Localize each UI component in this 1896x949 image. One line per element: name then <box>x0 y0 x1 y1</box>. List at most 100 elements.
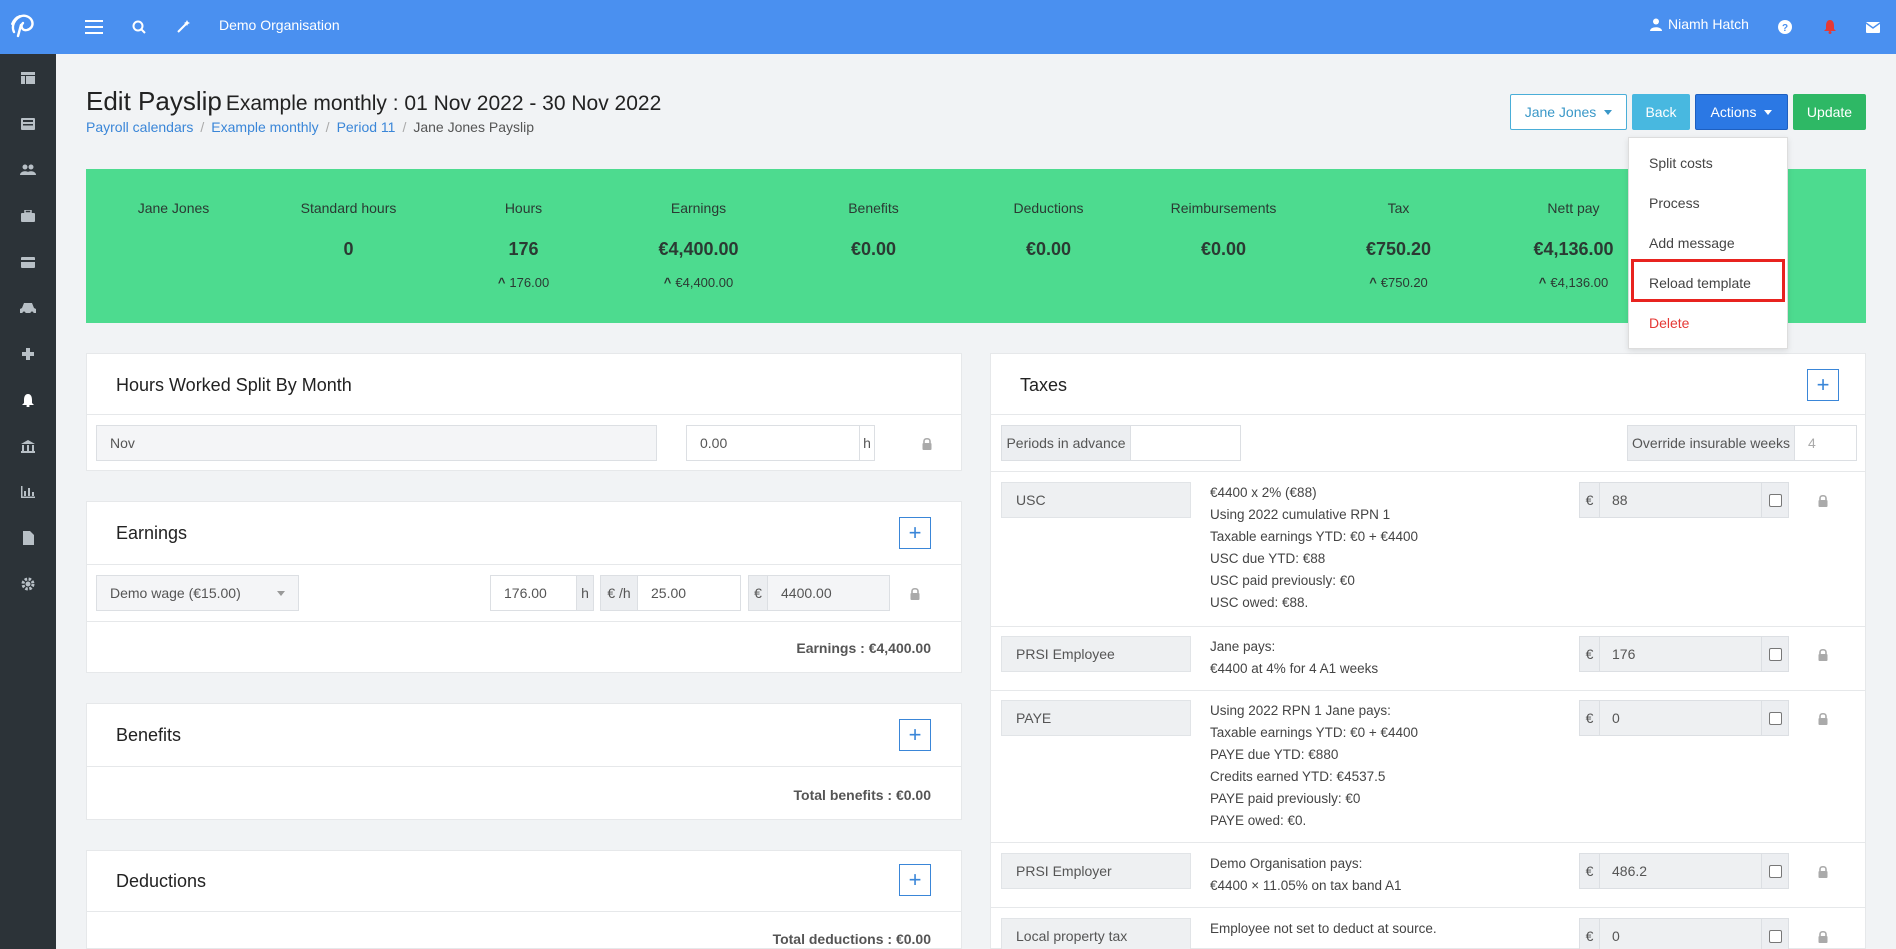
sidebar-people-icon[interactable] <box>12 158 44 182</box>
add-deduction-button[interactable]: + <box>899 864 931 896</box>
add-earning-button[interactable]: + <box>899 517 931 549</box>
hours-split-hours-input[interactable]: 0.00 <box>686 425 860 461</box>
tax-override-checkbox[interactable] <box>1768 647 1782 661</box>
help-icon[interactable]: ? <box>1772 14 1798 40</box>
tax-override-checkbox[interactable] <box>1768 493 1782 507</box>
actions-label: Actions <box>1710 104 1757 120</box>
tax-override-checkbox[interactable] <box>1768 929 1782 943</box>
menu-item-split-costs[interactable]: Split costs <box>1649 155 1713 171</box>
menu-icon[interactable] <box>81 14 107 40</box>
tax-amount-paye[interactable]: 0 <box>1599 700 1762 736</box>
sidebar-bank-icon[interactable] <box>12 434 44 458</box>
mail-icon[interactable] <box>1860 14 1886 40</box>
wage-select-value: Demo wage (€15.00) <box>110 585 241 601</box>
breadcrumb-example-monthly[interactable]: Example monthly <box>211 119 318 135</box>
menu-item-add-message[interactable]: Add message <box>1649 235 1735 251</box>
page-subtitle: Example monthly : 01 Nov 2022 - 30 Nov 2… <box>225 92 662 115</box>
update-button[interactable]: Update <box>1793 94 1866 130</box>
organisation-name[interactable]: Demo Organisation <box>219 17 340 33</box>
sidebar-card-icon[interactable] <box>12 250 44 274</box>
summary-label: Hours <box>504 200 543 216</box>
sidebar-document-icon[interactable] <box>12 526 44 550</box>
earning-currency: € <box>748 575 768 611</box>
summary-value: 0 <box>343 239 354 259</box>
sidebar-bell-icon[interactable] <box>12 388 44 412</box>
sidebar-car-icon[interactable] <box>12 296 44 320</box>
chevron-down-icon <box>277 590 285 596</box>
arrow-up-icon: ^ <box>1369 275 1377 290</box>
wage-select[interactable]: Demo wage (€15.00) <box>96 575 299 611</box>
add-benefit-button[interactable]: + <box>899 719 931 751</box>
user-name: Niamh Hatch <box>1668 16 1749 32</box>
lock-icon <box>1818 930 1828 943</box>
summary-previous: ^ €4,400.00 <box>611 275 786 290</box>
override-weeks-input[interactable]: 4 <box>1794 425 1857 461</box>
tax-override-checkbox[interactable] <box>1768 711 1782 725</box>
summary-label: Benefits <box>848 200 899 216</box>
tax-currency: € <box>1579 853 1600 889</box>
lock-icon <box>910 587 920 600</box>
tax-amount-prsi-employer[interactable]: 486.2 <box>1599 853 1762 889</box>
earning-amount-field: 4400.00 <box>767 575 890 611</box>
sidebar-chart-icon[interactable] <box>12 480 44 504</box>
back-button[interactable]: Back <box>1632 94 1690 130</box>
breadcrumb-payroll-calendars[interactable]: Payroll calendars <box>86 119 193 135</box>
arrow-up-icon: ^ <box>663 275 672 290</box>
sidebar-briefcase-icon[interactable] <box>12 204 44 228</box>
summary-value: €0.00 <box>850 239 897 259</box>
user-menu[interactable]: Niamh Hatch <box>1650 16 1749 32</box>
periods-in-advance-label: Periods in advance <box>1001 425 1131 461</box>
alert-bell-icon[interactable] <box>1817 14 1843 40</box>
tax-desc-prsi-employer: Demo Organisation pays: €4400 × 11.05% o… <box>1210 856 1402 893</box>
deductions-card: Deductions + Total deductions : €0.00 <box>86 850 962 949</box>
lock-icon <box>1818 865 1828 878</box>
earnings-title: Earnings <box>116 523 188 543</box>
arrow-up-icon: ^ <box>1538 275 1547 290</box>
benefits-card: Benefits + Total benefits : €0.00 <box>86 703 962 820</box>
employee-select-button[interactable]: Jane Jones <box>1510 94 1627 130</box>
actions-button[interactable]: Actions <box>1695 94 1788 130</box>
breadcrumb-period[interactable]: Period 11 <box>337 119 396 135</box>
breadcrumb: Payroll calendars / Example monthly / Period… <box>86 119 534 135</box>
search-icon[interactable] <box>126 14 152 40</box>
earnings-total: Earnings : €4,400.00 <box>796 640 931 656</box>
earning-rate-unit: € /h <box>600 575 638 611</box>
hours-split-card: Hours Worked Split By Month Nov 0.00 h <box>86 353 962 471</box>
tax-override-checkbox[interactable] <box>1768 864 1782 878</box>
tax-amount-usc[interactable]: 88 <box>1599 482 1762 518</box>
sidebar <box>0 54 56 949</box>
menu-item-process[interactable]: Process <box>1649 195 1700 211</box>
tax-amount-local-property-tax[interactable]: 0 <box>1599 918 1762 949</box>
lock-icon <box>1818 648 1828 661</box>
earning-hours-input[interactable]: 176.00 <box>490 575 577 611</box>
sidebar-medical-icon[interactable] <box>12 342 44 366</box>
summary-label: Reimbursements <box>1170 200 1277 216</box>
taxes-title: Taxes <box>1020 375 1068 395</box>
tax-name-usc: USC <box>1001 482 1191 518</box>
periods-in-advance-input[interactable] <box>1130 425 1241 461</box>
magic-wand-icon[interactable] <box>170 14 196 40</box>
sidebar-news-icon[interactable] <box>12 112 44 136</box>
earning-rate-input[interactable]: 25.00 <box>637 575 741 611</box>
lock-icon <box>1818 712 1828 725</box>
summary-previous-value: €4,136.00 <box>1550 275 1609 290</box>
summary-previous-value: 176.00 <box>509 275 550 290</box>
deductions-total: Total deductions : €0.00 <box>772 931 931 947</box>
app-logo-icon[interactable] <box>8 10 48 44</box>
add-tax-button[interactable]: + <box>1807 369 1839 401</box>
sidebar-dashboard-icon[interactable] <box>12 66 44 90</box>
tax-amount-prsi-employee[interactable]: 176 <box>1599 636 1762 672</box>
reload-template-highlight <box>1631 259 1785 302</box>
sidebar-settings-icon[interactable] <box>12 572 44 596</box>
plus-icon: + <box>1816 372 1830 397</box>
earnings-card: Earnings + Demo wage (€15.00) 176.00 h €… <box>86 501 962 673</box>
plus-icon: + <box>908 722 922 747</box>
summary-value: €0.00 <box>1200 239 1247 259</box>
summary-label: Deductions <box>1013 200 1084 216</box>
plus-icon: + <box>908 520 922 545</box>
chevron-down-icon <box>1764 109 1773 115</box>
menu-item-delete[interactable]: Delete <box>1649 315 1689 331</box>
summary-value: €750.20 <box>1365 239 1432 259</box>
lock-icon <box>922 437 932 450</box>
hours-split-title: Hours Worked Split By Month <box>116 375 352 395</box>
